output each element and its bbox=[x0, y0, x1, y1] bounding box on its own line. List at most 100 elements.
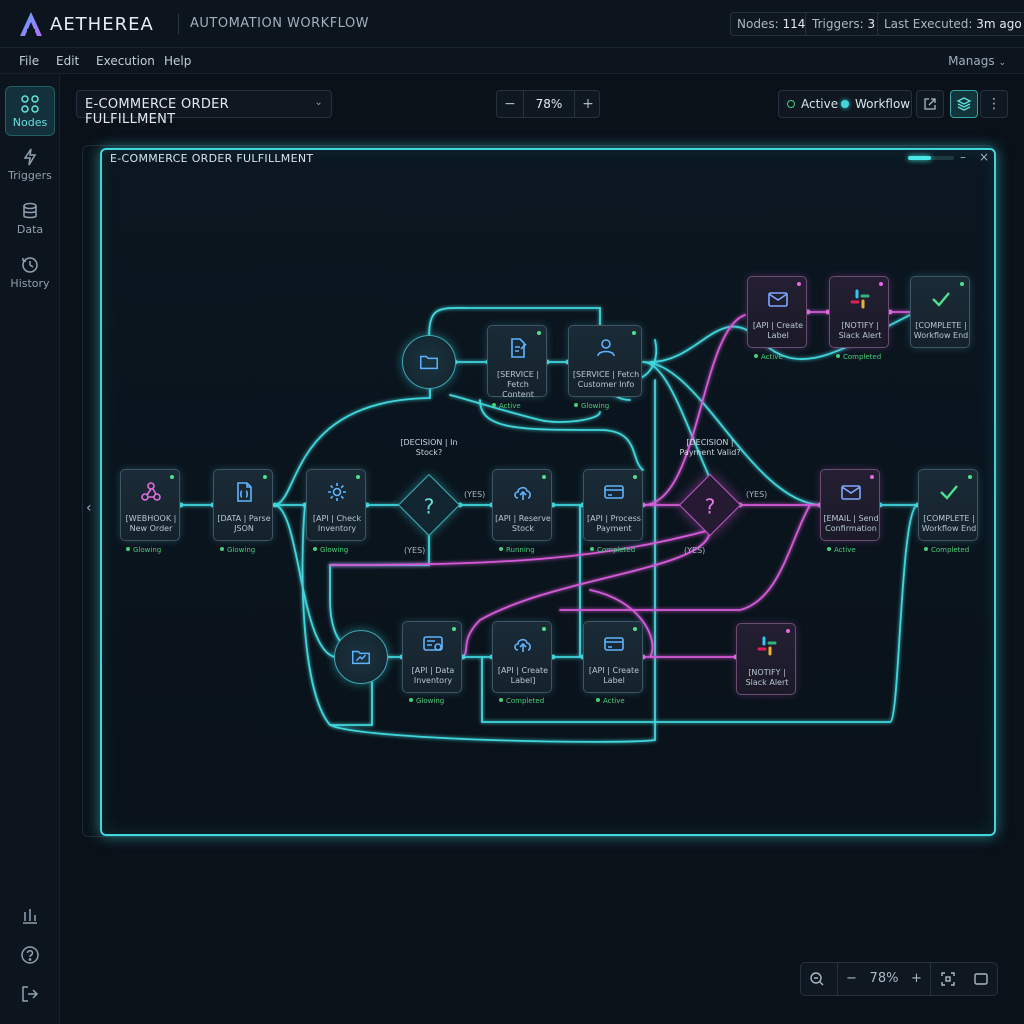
node-parse-json[interactable]: [DATA | Parse JSON bbox=[213, 469, 273, 541]
zoom-out-button[interactable]: − bbox=[837, 963, 865, 995]
header-divider bbox=[178, 14, 179, 34]
sidebar-item-history[interactable]: History bbox=[5, 248, 55, 298]
question-icon: ? bbox=[423, 494, 435, 519]
fit-view-icon[interactable] bbox=[940, 971, 956, 987]
email-icon bbox=[768, 292, 788, 307]
menu-file[interactable]: File bbox=[19, 54, 39, 68]
question-icon: ? bbox=[704, 494, 716, 519]
node-status-dot bbox=[968, 475, 972, 479]
node-label: [DATA | Parse JSON bbox=[217, 514, 271, 533]
checkmark-icon bbox=[932, 292, 950, 307]
node-workflow-end[interactable]: [COMPLETE | Workflow End bbox=[918, 469, 978, 541]
node-status-badge: Running bbox=[499, 546, 535, 554]
workflow-window-title: E-COMMERCE ORDER FULFILLMENT bbox=[110, 152, 314, 165]
zoom-out-button[interactable]: − bbox=[497, 91, 523, 117]
node-slack-alert-top[interactable]: [NOTIFY | Slack Alert bbox=[829, 276, 889, 348]
zoom-in-button[interactable]: + bbox=[575, 91, 601, 117]
brand-name: AETHEREA bbox=[50, 14, 154, 35]
menu-execution[interactable]: Execution bbox=[96, 54, 155, 68]
node-create-label-2[interactable]: [API | Create Label bbox=[583, 621, 643, 693]
node-status-badge: Active bbox=[827, 546, 856, 554]
zoom-search-icon[interactable] bbox=[809, 971, 825, 987]
zoom-level: 78% bbox=[869, 971, 899, 986]
lightning-icon bbox=[23, 148, 37, 166]
edge-label-yes: (YES) bbox=[746, 490, 768, 499]
data-sync-icon bbox=[423, 636, 443, 651]
node-fetch-customer-info[interactable]: [SERVICE | Fetch Customer Info bbox=[568, 325, 642, 397]
node-status-badge: Glowing bbox=[126, 546, 161, 554]
chevron-down-icon: ⌄ bbox=[314, 97, 323, 108]
logout-icon[interactable] bbox=[20, 984, 40, 1004]
last-executed-badge: Last Executed: 3m ago bbox=[877, 12, 1024, 36]
node-status-dot bbox=[170, 475, 174, 479]
sidebar-item-data[interactable]: Data bbox=[5, 194, 55, 244]
export-button[interactable] bbox=[916, 90, 944, 118]
node-data-inventory[interactable]: [API | Data Inventory bbox=[402, 621, 462, 693]
node-check-inventory[interactable]: [API | Check Inventory bbox=[306, 469, 366, 541]
node-label: [SERVICE | Fetch Customer Info bbox=[572, 370, 640, 389]
node-status-dot bbox=[542, 475, 546, 479]
node-status-badge: Completed bbox=[924, 546, 969, 554]
node-status-dot bbox=[786, 629, 790, 633]
edge-label-yes: (YES) bbox=[404, 546, 426, 555]
node-status-dot bbox=[633, 627, 637, 631]
history-icon bbox=[22, 257, 38, 273]
node-send-confirmation[interactable]: [EMAIL | Send Confirmation bbox=[820, 469, 880, 541]
help-icon[interactable] bbox=[20, 945, 40, 965]
close-button[interactable]: × bbox=[979, 150, 989, 164]
zoom-control: − 78% + bbox=[496, 90, 600, 118]
decision-label-payment: [DECISION | Payment Valid? bbox=[679, 438, 741, 457]
node-status-dot bbox=[263, 475, 267, 479]
layers-button[interactable] bbox=[950, 90, 978, 118]
node-create-label-1[interactable]: [API | Create Label] bbox=[492, 621, 552, 693]
user-icon bbox=[597, 339, 615, 357]
nodes-count-badge: Nodes: 114 bbox=[730, 12, 813, 36]
node-status-dot bbox=[356, 475, 360, 479]
menu-edit[interactable]: Edit bbox=[56, 54, 79, 68]
minimize-button[interactable]: – bbox=[960, 150, 966, 164]
zoom-in-button[interactable]: + bbox=[903, 963, 931, 995]
database-icon bbox=[23, 202, 37, 219]
workflow-progress-fill bbox=[908, 156, 931, 160]
node-label: [API | Check Inventory bbox=[312, 514, 362, 533]
sidebar-item-triggers[interactable]: Triggers bbox=[5, 140, 55, 190]
more-options-button[interactable]: ⋮ bbox=[980, 90, 1008, 118]
node-status-badge: Glowing bbox=[220, 546, 255, 554]
slack-icon bbox=[757, 636, 777, 656]
node-label: [COMPLETE | Workflow End bbox=[913, 321, 969, 340]
email-icon bbox=[841, 485, 861, 500]
webhook-icon bbox=[141, 482, 161, 501]
menu-help[interactable]: Help bbox=[164, 54, 191, 68]
sidebar-item-nodes[interactable]: Nodes bbox=[5, 86, 55, 136]
node-status-badge: Active bbox=[492, 402, 521, 410]
fullscreen-icon[interactable] bbox=[973, 971, 989, 987]
decision-label-stock: [DECISION | In Stock? bbox=[400, 438, 458, 457]
json-document-icon bbox=[237, 482, 252, 502]
sidebar: Nodes Triggers Data History bbox=[0, 74, 60, 1024]
node-create-label-top[interactable]: [API | Create Label bbox=[747, 276, 807, 348]
node-status-badge: Glowing bbox=[409, 697, 444, 705]
node-slack-alert-bottom[interactable]: [NOTIFY | Slack Alert bbox=[736, 623, 796, 695]
node-label: [API | Create Label] bbox=[497, 666, 549, 685]
node-label: [API | Create Label bbox=[752, 321, 804, 340]
workflow-select[interactable]: E-COMMERCE ORDER FULFILLMENT ⌄ bbox=[76, 90, 332, 127]
manage-menu[interactable]: Manags ⌄ bbox=[948, 54, 1006, 68]
sidebar-item-label: Nodes bbox=[12, 116, 48, 129]
node-chart-router[interactable] bbox=[334, 630, 388, 684]
edge-label-yes: (YES) bbox=[684, 546, 706, 555]
node-label: [API | Reserve Stock bbox=[495, 514, 551, 533]
node-status-dot bbox=[870, 475, 874, 479]
node-workflow-end-top[interactable]: [COMPLETE | Workflow End bbox=[910, 276, 970, 348]
nodes-icon bbox=[21, 95, 39, 113]
node-process-payment[interactable]: [API | Process Payment bbox=[583, 469, 643, 541]
canvas-collapse-arrow-icon[interactable]: ‹ bbox=[86, 500, 92, 516]
node-fetch-content[interactable]: [SERVICE | Fetch Content bbox=[487, 325, 547, 399]
analytics-icon[interactable] bbox=[20, 906, 40, 926]
node-status-badge: Glowing bbox=[313, 546, 348, 554]
sidebar-item-label: Data bbox=[16, 223, 44, 236]
cloud-upload-icon bbox=[514, 638, 531, 652]
credit-card-icon bbox=[604, 485, 624, 499]
node-folder-router[interactable] bbox=[402, 335, 456, 389]
node-webhook-new-order[interactable]: [WEBHOOK | New Order bbox=[120, 469, 180, 541]
node-reserve-stock[interactable]: [API | Reserve Stock bbox=[492, 469, 552, 541]
